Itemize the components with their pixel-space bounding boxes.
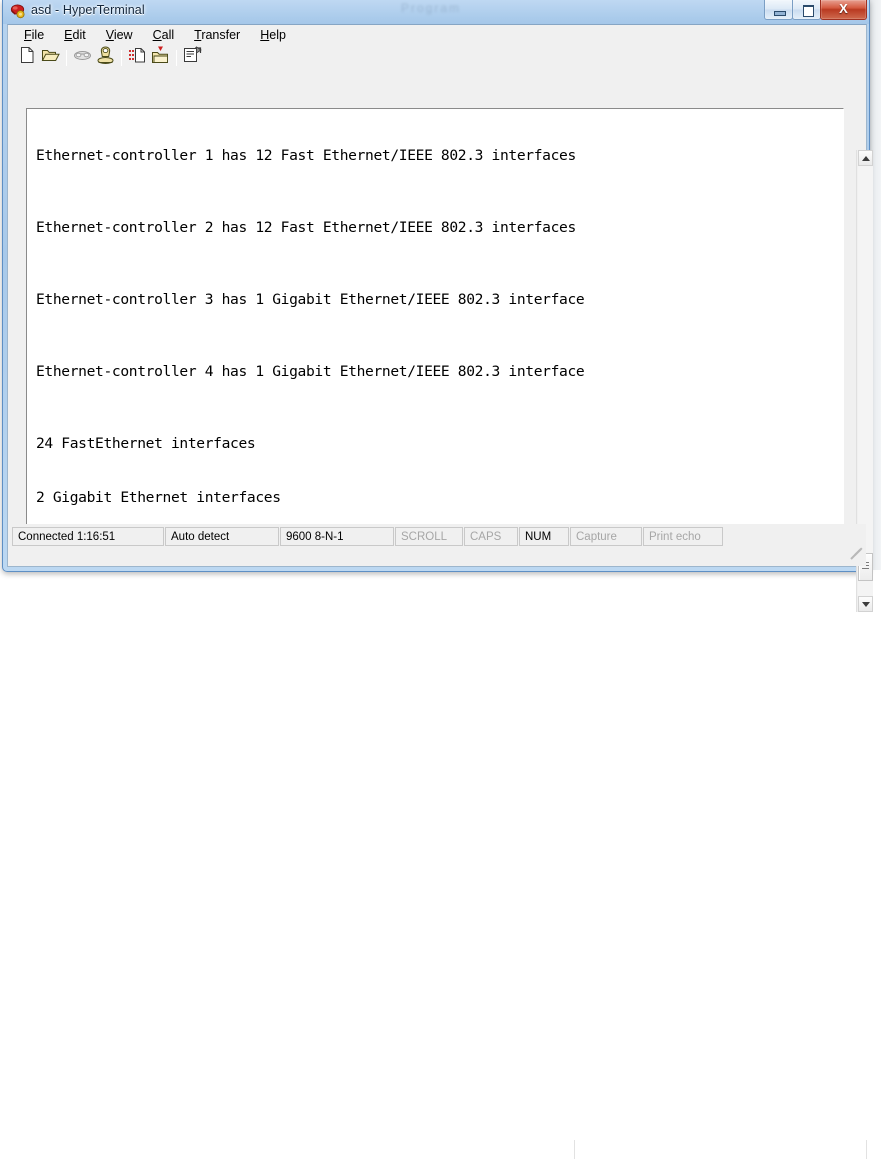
- toolbar-separator-3: [176, 49, 177, 66]
- open-folder-icon: [41, 46, 60, 69]
- menu-accel-view: V: [105, 28, 114, 42]
- terminal-panel: Ethernet-controller 1 has 12 Fast Ethern…: [18, 73, 873, 612]
- status-num-indicator: NUM: [519, 527, 569, 546]
- open-folder-button[interactable]: [39, 47, 62, 69]
- terminal-output: Ethernet-controller 1 has 12 Fast Ethern…: [36, 111, 836, 554]
- terminal-line: Ethernet-controller 1 has 12 Fast Ethern…: [36, 147, 576, 164]
- chevron-up-icon: [861, 155, 870, 161]
- menu-rest-view: iew: [113, 28, 133, 42]
- title-watermark: Program: [401, 1, 462, 15]
- resize-grip[interactable]: [849, 547, 863, 563]
- send-file-icon: [128, 46, 147, 69]
- disconnect-phone-icon: [73, 47, 92, 68]
- menu-rest-help: elp: [269, 28, 286, 42]
- terminal-line: 2 Gigabit Ethernet interfaces: [36, 489, 281, 506]
- hyperterminal-icon: [9, 3, 27, 21]
- menu-item-edit[interactable]: Edit: [62, 27, 88, 43]
- call-phone-icon: [96, 45, 115, 70]
- toolbar-separator-2: [121, 49, 122, 66]
- send-file-button[interactable]: [126, 47, 149, 69]
- desktop-bottom-strip: [0, 570, 881, 1159]
- menu-item-file[interactable]: File: [22, 27, 46, 43]
- status-caps-indicator: CAPS: [464, 527, 518, 546]
- disconnect-button[interactable]: [71, 47, 94, 69]
- status-baud-settings: 9600 8-N-1: [280, 527, 394, 546]
- title-bar[interactable]: asd - HyperTerminal Program X: [3, 0, 871, 24]
- menu-item-help[interactable]: Help: [258, 27, 288, 43]
- client-area: File Edit View Call Transfer Help Ethern…: [7, 24, 873, 612]
- menu-accel-file: F: [24, 28, 32, 42]
- desktop-hairline-2: [866, 1140, 867, 1159]
- menu-bar: File Edit View Call Transfer Help: [8, 25, 866, 45]
- scroll-down-button[interactable]: [858, 596, 873, 612]
- terminal-screen[interactable]: Ethernet-controller 1 has 12 Fast Ethern…: [26, 108, 844, 555]
- status-connection-time: Connected 1:16:51: [12, 527, 164, 546]
- menu-item-call[interactable]: Call: [151, 27, 177, 43]
- call-button[interactable]: [94, 45, 117, 70]
- status-print-echo-indicator: Print echo: [643, 527, 723, 546]
- new-connection-button[interactable]: [16, 47, 39, 69]
- menu-rest-edit: dit: [72, 28, 86, 42]
- close-button[interactable]: X: [820, 0, 867, 20]
- terminal-line: Ethernet-controller 4 has 1 Gigabit Ethe…: [36, 363, 585, 380]
- receive-file-icon: [151, 46, 170, 70]
- properties-button[interactable]: [181, 46, 204, 69]
- window-title: asd - HyperTerminal: [31, 3, 145, 17]
- chevron-down-icon: [861, 601, 870, 607]
- menu-item-transfer[interactable]: Transfer: [192, 27, 242, 43]
- status-panels: Connected 1:16:51 Auto detect 9600 8-N-1…: [12, 527, 724, 546]
- status-capture-indicator: Capture: [570, 527, 642, 546]
- toolbar: [8, 45, 866, 70]
- window-controls: X: [764, 0, 867, 21]
- status-scroll-indicator: SCROLL: [395, 527, 463, 546]
- menu-item-view[interactable]: View: [104, 27, 135, 43]
- scroll-up-button[interactable]: [858, 150, 873, 166]
- status-auto-detect: Auto detect: [165, 527, 279, 546]
- new-connection-icon: [19, 46, 36, 69]
- desktop-hairline-1: [574, 1140, 575, 1159]
- terminal-line: Ethernet-controller 3 has 1 Gigabit Ethe…: [36, 291, 585, 308]
- menu-rest-call: all: [161, 28, 175, 42]
- menu-rest-transfer: ransfer: [201, 28, 241, 42]
- menu-accel-edit: E: [64, 28, 73, 42]
- maximize-button[interactable]: [792, 0, 821, 20]
- properties-icon: [183, 46, 202, 69]
- hyperterminal-window: asd - HyperTerminal Program X File Edit …: [2, 0, 873, 612]
- menu-accel-call: C: [152, 28, 162, 42]
- menu-rest-file: ile: [31, 28, 45, 42]
- receive-file-button[interactable]: [149, 46, 172, 70]
- minimize-button[interactable]: [764, 0, 793, 20]
- toolbar-separator-1: [66, 49, 67, 66]
- close-icon: X: [839, 1, 848, 16]
- terminal-line: 24 FastEthernet interfaces: [36, 435, 256, 452]
- desktop-background: asd - HyperTerminal Program X File Edit …: [0, 0, 881, 1159]
- menu-accel-help: H: [260, 28, 270, 42]
- status-bar: Connected 1:16:51 Auto detect 9600 8-N-1…: [8, 524, 866, 566]
- terminal-line: Ethernet-controller 2 has 12 Fast Ethern…: [36, 219, 576, 236]
